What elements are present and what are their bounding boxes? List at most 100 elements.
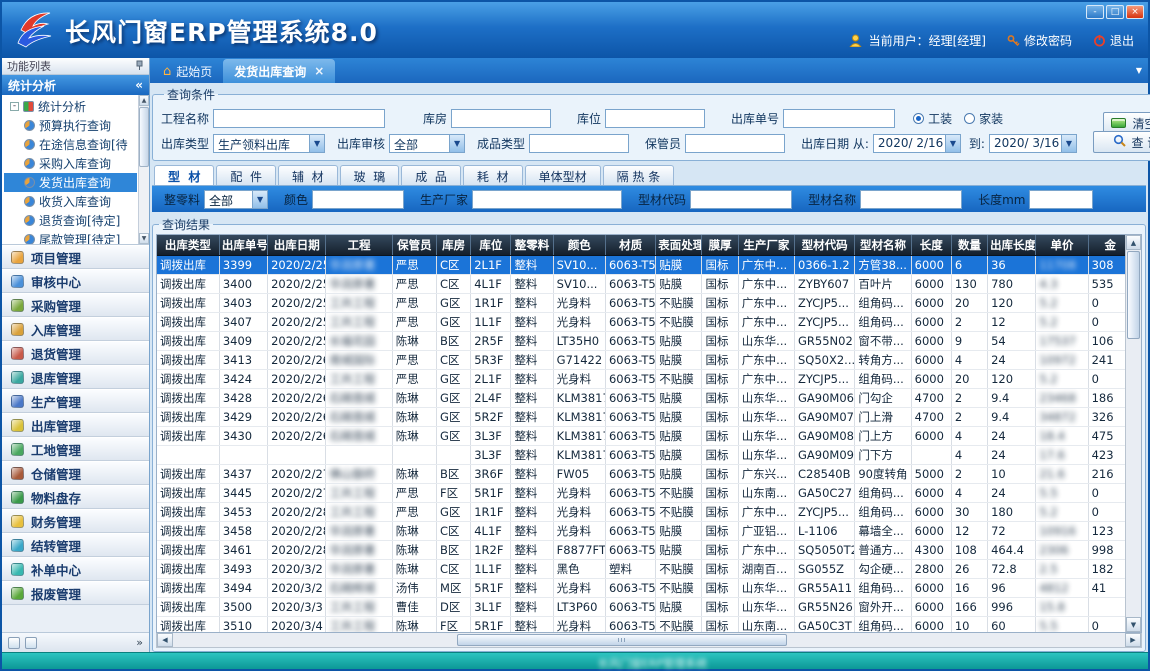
table-row[interactable]: 调拨出库34612020/2/28华润原著陈琳B区1R2F整料F8877FT60… xyxy=(157,540,1133,559)
radio-gongzhuang[interactable]: 工装 xyxy=(913,110,952,127)
column-header[interactable]: 保管员 xyxy=(392,235,436,255)
table-row[interactable]: 调拨出库34292020/2/26石碣翡城陈琳G区5R2F整料KLM381760… xyxy=(157,407,1133,426)
column-header[interactable]: 表面处理 xyxy=(656,235,702,255)
tree-item[interactable]: 退货查询[待定] xyxy=(4,211,137,230)
scrollbar-thumb[interactable] xyxy=(457,634,787,646)
monitor-icon[interactable] xyxy=(25,637,37,649)
select-arrow-icon[interactable]: ▼ xyxy=(1062,134,1077,153)
tree-item[interactable]: 采购入库查询 xyxy=(4,154,137,173)
material-tab[interactable]: 辅 材 xyxy=(278,165,338,185)
vertical-scrollbar[interactable]: ▲ ▼ xyxy=(1125,235,1141,632)
scroll-up-icon[interactable]: ▲ xyxy=(1126,235,1141,250)
warehouse-input[interactable] xyxy=(451,109,551,128)
table-row[interactable]: 调拨出库34282020/2/26石碣翡城陈琳G区2L4F整料KLM381760… xyxy=(157,388,1133,407)
column-header[interactable]: 生产厂家 xyxy=(738,235,794,255)
minimize-button[interactable]: - xyxy=(1086,5,1104,19)
close-button[interactable]: × xyxy=(1126,5,1144,19)
whole-part-select[interactable]: 全部▼ xyxy=(204,190,268,209)
change-password-button[interactable]: 修改密码 xyxy=(1007,32,1072,49)
more-modules-icon[interactable]: » xyxy=(136,636,143,649)
sidebar-module[interactable]: 结转管理 xyxy=(2,533,149,557)
sidebar-module[interactable]: 出库管理 xyxy=(2,413,149,437)
column-header[interactable]: 数量 xyxy=(951,235,987,255)
column-header[interactable]: 库位 xyxy=(471,235,511,255)
table-row[interactable]: 调拨出库35002020/3/3工共工程曹佳D区3L1F整料LT3P606063… xyxy=(157,597,1133,616)
table-row[interactable]: 调拨出库34002020/2/25华润原著严思C区4L1F整料SV10...60… xyxy=(157,274,1133,293)
search-button[interactable]: 查 询 xyxy=(1093,131,1150,153)
select-arrow-icon[interactable]: ▼ xyxy=(310,134,325,153)
radio-jiazhuang[interactable]: 家装 xyxy=(964,110,1003,127)
order-no-input[interactable] xyxy=(783,109,895,128)
outbound-type-select[interactable]: 生产领料出库▼ xyxy=(213,134,325,153)
tab-outbound-query[interactable]: 发货出库查询× xyxy=(223,59,335,83)
table-row[interactable]: 调拨出库34302020/2/26石碣翡城陈琳G区3L3F整料KLM381760… xyxy=(157,426,1133,445)
table-row[interactable]: 调拨出库34372020/2/27佛山御府陈琳B区3R6F整料FW056063-… xyxy=(157,464,1133,483)
table-row[interactable]: 3L3F整料KLM38176063-T5贴膜国标山东华...GA90M09...… xyxy=(157,445,1133,464)
table-row[interactable]: 调拨出库34032020/2/25工共工程严思G区1R1F整料光身料6063-T… xyxy=(157,293,1133,312)
product-type-input[interactable] xyxy=(529,134,629,153)
profile-name-input[interactable] xyxy=(860,190,962,209)
column-header[interactable]: 出库日期 xyxy=(268,235,326,255)
material-tab[interactable]: 配 件 xyxy=(216,165,276,185)
profile-code-input[interactable] xyxy=(690,190,792,209)
material-tab[interactable]: 耗 材 xyxy=(463,165,523,185)
table-row[interactable]: 调拨出库34132020/2/26南城国际严思C区5R3F整料G71422606… xyxy=(157,350,1133,369)
table-row[interactable]: 调拨出库35102020/3/4工共工程陈琳F区5R1F整料光身料6063-T5… xyxy=(157,616,1133,633)
sidebar-module[interactable]: 项目管理 xyxy=(2,245,149,269)
tab-close-icon[interactable]: × xyxy=(314,64,324,78)
sidebar-module[interactable]: 物料盘存 xyxy=(2,485,149,509)
material-tab[interactable]: 型 材 xyxy=(154,165,214,185)
horizontal-scrollbar[interactable]: ◀ ▶ xyxy=(156,633,1142,648)
column-header[interactable]: 出库类型 xyxy=(157,235,219,255)
maker-input[interactable] xyxy=(472,190,622,209)
tree-item[interactable]: 预算执行查询 xyxy=(4,116,137,135)
column-header[interactable]: 膜厚 xyxy=(702,235,738,255)
table-row[interactable]: 调拨出库34242020/2/26工共工程严思G区2L1F整料光身料6063-T… xyxy=(157,369,1133,388)
table-row[interactable]: 调拨出库34452020/2/27工共工程严思F区5R1F整料光身料6063-T… xyxy=(157,483,1133,502)
scroll-down-icon[interactable]: ▼ xyxy=(139,233,149,244)
sidebar-module[interactable]: 退库管理 xyxy=(2,365,149,389)
tree-scrollbar[interactable]: ▲ ▼ xyxy=(138,95,149,244)
scrollbar-thumb[interactable] xyxy=(139,107,149,167)
scroll-up-icon[interactable]: ▲ xyxy=(139,95,149,106)
tree-item-root[interactable]: -统计分析 xyxy=(4,97,137,116)
maximize-button[interactable]: □ xyxy=(1106,5,1124,19)
scrollbar-thumb[interactable] xyxy=(1127,251,1140,339)
keeper-input[interactable] xyxy=(685,134,785,153)
chevron-down-icon[interactable]: ▼ xyxy=(1136,66,1142,75)
tree-item[interactable]: 收货入库查询 xyxy=(4,192,137,211)
sidebar-module[interactable]: 仓储管理 xyxy=(2,461,149,485)
material-tab[interactable]: 单体型材 xyxy=(525,165,601,185)
list-view-icon[interactable] xyxy=(8,637,20,649)
statistics-section-header[interactable]: 统计分析 « xyxy=(2,75,149,95)
date-to-picker[interactable]: 2020/ 3/16▼ xyxy=(989,134,1077,153)
sidebar-module[interactable]: 生产管理 xyxy=(2,389,149,413)
tree-item[interactable]: 尾款管理[待定] xyxy=(4,230,137,245)
scroll-left-icon[interactable]: ◀ xyxy=(157,633,173,647)
date-from-picker[interactable]: 2020/ 2/16▼ xyxy=(873,134,961,153)
column-header[interactable]: 型材代码 xyxy=(795,235,855,255)
table-row[interactable]: 调拨出库34532020/2/28工共工程严思G区1R1F整料光身料6063-T… xyxy=(157,502,1133,521)
location-input[interactable] xyxy=(605,109,705,128)
tree-item[interactable]: 发货出库查询 xyxy=(4,173,137,192)
sidebar-module[interactable]: 财务管理 xyxy=(2,509,149,533)
column-header[interactable]: 材质 xyxy=(605,235,655,255)
table-row[interactable]: 调拨出库34092020/2/25长福花园陈琳B区2R5F整料LT35H0606… xyxy=(157,331,1133,350)
column-header[interactable]: 单价 xyxy=(1036,235,1088,255)
material-tab[interactable]: 玻 璃 xyxy=(340,165,400,185)
tab-start-page[interactable]: ⌂起始页 xyxy=(152,59,223,83)
table-row[interactable]: 调拨出库34932020/3/2华润原著陈琳C区1L1F整料黑色塑料不贴膜国标湖… xyxy=(157,559,1133,578)
scroll-down-icon[interactable]: ▼ xyxy=(1126,617,1141,632)
length-input[interactable] xyxy=(1029,190,1093,209)
logout-button[interactable]: 退出 xyxy=(1093,32,1134,49)
column-header[interactable]: 库房 xyxy=(437,235,471,255)
column-header[interactable]: 颜色 xyxy=(553,235,605,255)
select-arrow-icon[interactable]: ▼ xyxy=(450,134,465,153)
column-header[interactable]: 型材名称 xyxy=(855,235,911,255)
column-header[interactable]: 出库长度 xyxy=(988,235,1036,255)
scroll-right-icon[interactable]: ▶ xyxy=(1125,633,1141,647)
material-tab[interactable]: 成 品 xyxy=(401,165,461,185)
column-header[interactable]: 整零料 xyxy=(511,235,553,255)
project-name-input[interactable] xyxy=(213,109,385,128)
column-header[interactable]: 长度 xyxy=(911,235,951,255)
